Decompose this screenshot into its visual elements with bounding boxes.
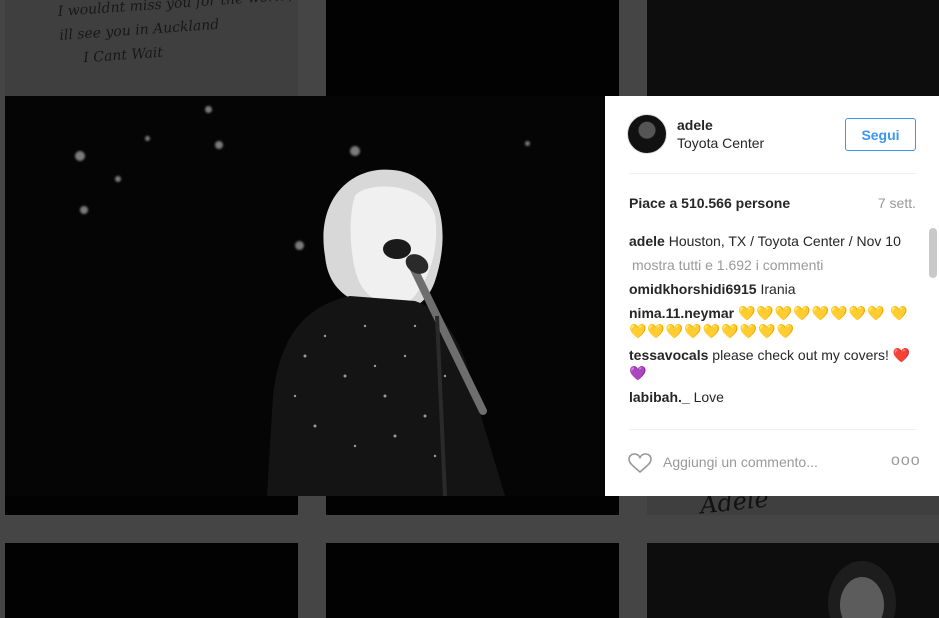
- grid-tile-center-lower[interactable]: [326, 496, 619, 515]
- caption: adele Houston, TX / Toyota Center / Nov …: [629, 232, 927, 250]
- footer-divider: [629, 429, 916, 430]
- list-item: labibah._ Love: [629, 388, 927, 406]
- post-header: adele Toyota Center Segui: [605, 96, 939, 174]
- list-item: tessavocals please check out my covers! …: [629, 346, 927, 382]
- add-comment-input[interactable]: Aggiungi un commento...: [663, 454, 818, 470]
- post-details-panel: adele Toyota Center Segui Piace a 510.56…: [605, 96, 939, 496]
- handwriting-line: I Cant Wait: [82, 44, 164, 67]
- likes-count[interactable]: Piace a 510.566 persone: [629, 195, 790, 211]
- grid-tile-stage[interactable]: [326, 0, 619, 96]
- comment-text: Love: [693, 389, 724, 405]
- singer-figure: [267, 169, 505, 496]
- post-age[interactable]: 7 sett.: [878, 195, 916, 211]
- smiling-woman-photo: [828, 561, 896, 618]
- handwritten-note: I wouldnt miss you for the world, ill se…: [57, 0, 297, 72]
- comment-username[interactable]: labibah._: [629, 389, 690, 405]
- caption-text: Houston, TX / Toyota Center / Nov 10: [668, 233, 901, 249]
- comments-scrollbar[interactable]: [929, 228, 937, 278]
- header-divider: [629, 173, 916, 174]
- grid-tile-bottom-left[interactable]: [5, 543, 298, 618]
- comments-list[interactable]: adele Houston, TX / Toyota Center / Nov …: [629, 232, 927, 428]
- more-options-icon[interactable]: ooo: [891, 452, 921, 470]
- caption-username[interactable]: adele: [629, 233, 665, 249]
- comment-username[interactable]: nima.11.neymar: [629, 305, 734, 321]
- comment-text: Irania: [760, 281, 796, 297]
- post-location[interactable]: Toyota Center: [677, 135, 764, 151]
- grid-tile-bottom-center[interactable]: [326, 543, 619, 618]
- grid-tile-handwritten-note[interactable]: I wouldnt miss you for the world, ill se…: [5, 0, 298, 96]
- handwriting-line: ill see you in Auckland: [58, 16, 220, 44]
- heart-icon[interactable]: [627, 452, 653, 474]
- avatar[interactable]: [627, 114, 667, 154]
- grid-tile-car[interactable]: [647, 0, 939, 96]
- list-item: nima.11.neymar 💛💛💛💛💛💛💛💛 💛💛💛💛💛💛💛💛💛💛: [629, 304, 927, 340]
- grid-tile-left-lower[interactable]: [5, 496, 298, 515]
- author-username[interactable]: adele: [677, 117, 713, 133]
- comment-username[interactable]: tessavocals: [629, 347, 708, 363]
- list-item: omidkhorshidi6915 Irania: [629, 280, 927, 298]
- post-photo[interactable]: [5, 96, 605, 496]
- grid-tile-signature[interactable]: [647, 496, 939, 515]
- comment-username[interactable]: omidkhorshidi6915: [629, 281, 757, 297]
- grid-tile-bottom-right[interactable]: [647, 543, 939, 618]
- handwriting-line: I wouldnt miss you for the world,: [57, 0, 294, 20]
- view-all-comments-link[interactable]: mostra tutti e 1.692 i commenti: [632, 256, 927, 274]
- follow-button[interactable]: Segui: [845, 118, 916, 151]
